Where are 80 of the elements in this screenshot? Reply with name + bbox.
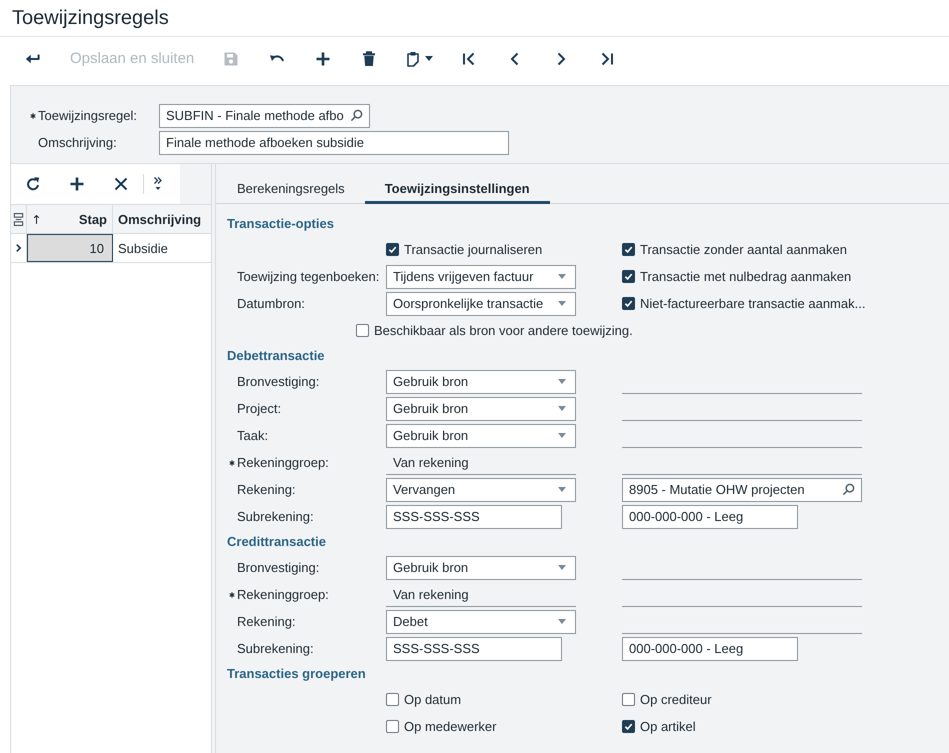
- dropdown-field[interactable]: Gebruik bron: [386, 396, 576, 420]
- dropdown-field[interactable]: Gebruik bron: [386, 556, 576, 580]
- section-heading: Credittransactie: [227, 533, 327, 551]
- caret-icon: [558, 619, 566, 624]
- section-heading: Transacties groeperen: [227, 665, 367, 683]
- checkbox[interactable]: [622, 720, 635, 733]
- caret-icon: [558, 301, 566, 306]
- dropdown-field[interactable]: Oorspronkelijke transactie: [386, 292, 576, 316]
- readonly-field: Van rekening: [386, 450, 576, 474]
- field-label: Taak:: [237, 428, 268, 443]
- text-field[interactable]: SSS-SSS-SSS: [386, 636, 562, 660]
- checkbox-label[interactable]: Op medewerker: [404, 719, 496, 734]
- dropdown-field[interactable]: Gebruik bron: [386, 424, 576, 448]
- lookup-field[interactable]: 8905 - Mutatie OHW projecten: [622, 478, 862, 502]
- text-field[interactable]: 000-000-000 - Leeg: [622, 636, 798, 660]
- checkbox-label[interactable]: Transactie met nulbedrag aanmaken: [640, 269, 852, 284]
- field-label: Bronvestiging:: [237, 374, 320, 389]
- field-label: Rekeninggroep:: [237, 455, 329, 470]
- checkbox[interactable]: [356, 324, 369, 337]
- caret-icon: [558, 565, 566, 570]
- section-heading: Debettransactie: [227, 347, 326, 365]
- column-chooser-icon[interactable]: [13, 212, 24, 226]
- dropdown-field[interactable]: Tijdens vrijgeven factuur: [386, 264, 576, 288]
- checkbox-label[interactable]: Beschikbaar als bron voor andere toewijzing.: [374, 323, 633, 338]
- field-label: Omschrijving:: [38, 135, 117, 150]
- checkbox-label[interactable]: Niet-factureerbare transactie aanmak...: [640, 296, 866, 311]
- caret-icon[interactable]: [425, 56, 434, 61]
- field-label: Rekeninggroep:: [237, 587, 329, 602]
- caret-icon: [558, 274, 566, 279]
- page-title: Toewijzingsregels: [0, 0, 949, 37]
- checkbox[interactable]: [622, 270, 635, 283]
- plus-icon[interactable]: [315, 50, 332, 66]
- checkbox-label[interactable]: Op datum: [404, 692, 462, 707]
- checkbox[interactable]: [386, 720, 399, 733]
- search-icon[interactable]: [350, 109, 363, 122]
- checkbox[interactable]: [386, 243, 399, 256]
- checkbox[interactable]: [622, 693, 635, 706]
- field-label: Project:: [237, 401, 282, 416]
- trash-icon[interactable]: [361, 50, 378, 66]
- dropdown-field[interactable]: Vervangen: [386, 478, 576, 502]
- more-options-icon[interactable]: [153, 176, 163, 192]
- caret-icon: [558, 406, 566, 411]
- checkbox[interactable]: [622, 297, 635, 310]
- text-field[interactable]: SSS-SSS-SSS: [386, 504, 562, 528]
- checkbox-label[interactable]: Transactie journaliseren: [404, 242, 542, 257]
- field-label: Datumbron:: [237, 296, 305, 311]
- field-label: Rekening:: [237, 482, 296, 497]
- table-cell-text: Subsidie: [117, 240, 169, 258]
- field-label: Toewijzing tegenboeken:: [237, 269, 380, 284]
- field-label: Subrekening:: [237, 641, 314, 656]
- section-heading: Transactie-opties: [227, 215, 335, 233]
- table-cell: 10: [27, 234, 113, 262]
- close-icon[interactable]: [113, 176, 129, 192]
- checkbox-label[interactable]: Op crediteur: [640, 692, 712, 707]
- field-label: Subrekening:: [237, 509, 314, 524]
- text-field[interactable]: 000-000-000 - Leeg: [622, 504, 798, 528]
- dropdown-field[interactable]: Debet: [386, 610, 576, 634]
- caret-icon: [558, 433, 566, 438]
- dropdown-field[interactable]: Gebruik bron: [386, 370, 576, 394]
- field-label: Toewijzingsregel:: [38, 108, 137, 123]
- text-field[interactable]: Finale methode afboeken subsidie: [159, 130, 509, 154]
- field-label: Bronvestiging:: [237, 560, 320, 575]
- checkbox[interactable]: [622, 243, 635, 256]
- refresh-icon[interactable]: [25, 176, 41, 192]
- column-header[interactable]: Stap: [27, 205, 113, 233]
- tab[interactable]: Toewijzingsinstellingen: [364, 176, 550, 204]
- readonly-field: Van rekening: [386, 582, 576, 606]
- checkbox[interactable]: [386, 693, 399, 706]
- field-label: Rekening:: [237, 614, 296, 629]
- caret-icon: [558, 379, 566, 384]
- search-icon[interactable]: [842, 483, 855, 496]
- column-header[interactable]: Omschrijving: [113, 205, 211, 233]
- last-record-icon[interactable]: [599, 50, 616, 66]
- clipboard-icon[interactable]: [405, 50, 422, 66]
- plus-icon[interactable]: [69, 176, 85, 192]
- caret-icon: [558, 487, 566, 492]
- checkbox-label[interactable]: Transactie zonder aantal aanmaken: [640, 242, 847, 257]
- checkbox-label[interactable]: Op artikel: [640, 719, 696, 734]
- lookup-field[interactable]: SUBFIN - Finale methode afbo: [159, 104, 370, 128]
- tab[interactable]: Berekeningsregels: [217, 176, 365, 204]
